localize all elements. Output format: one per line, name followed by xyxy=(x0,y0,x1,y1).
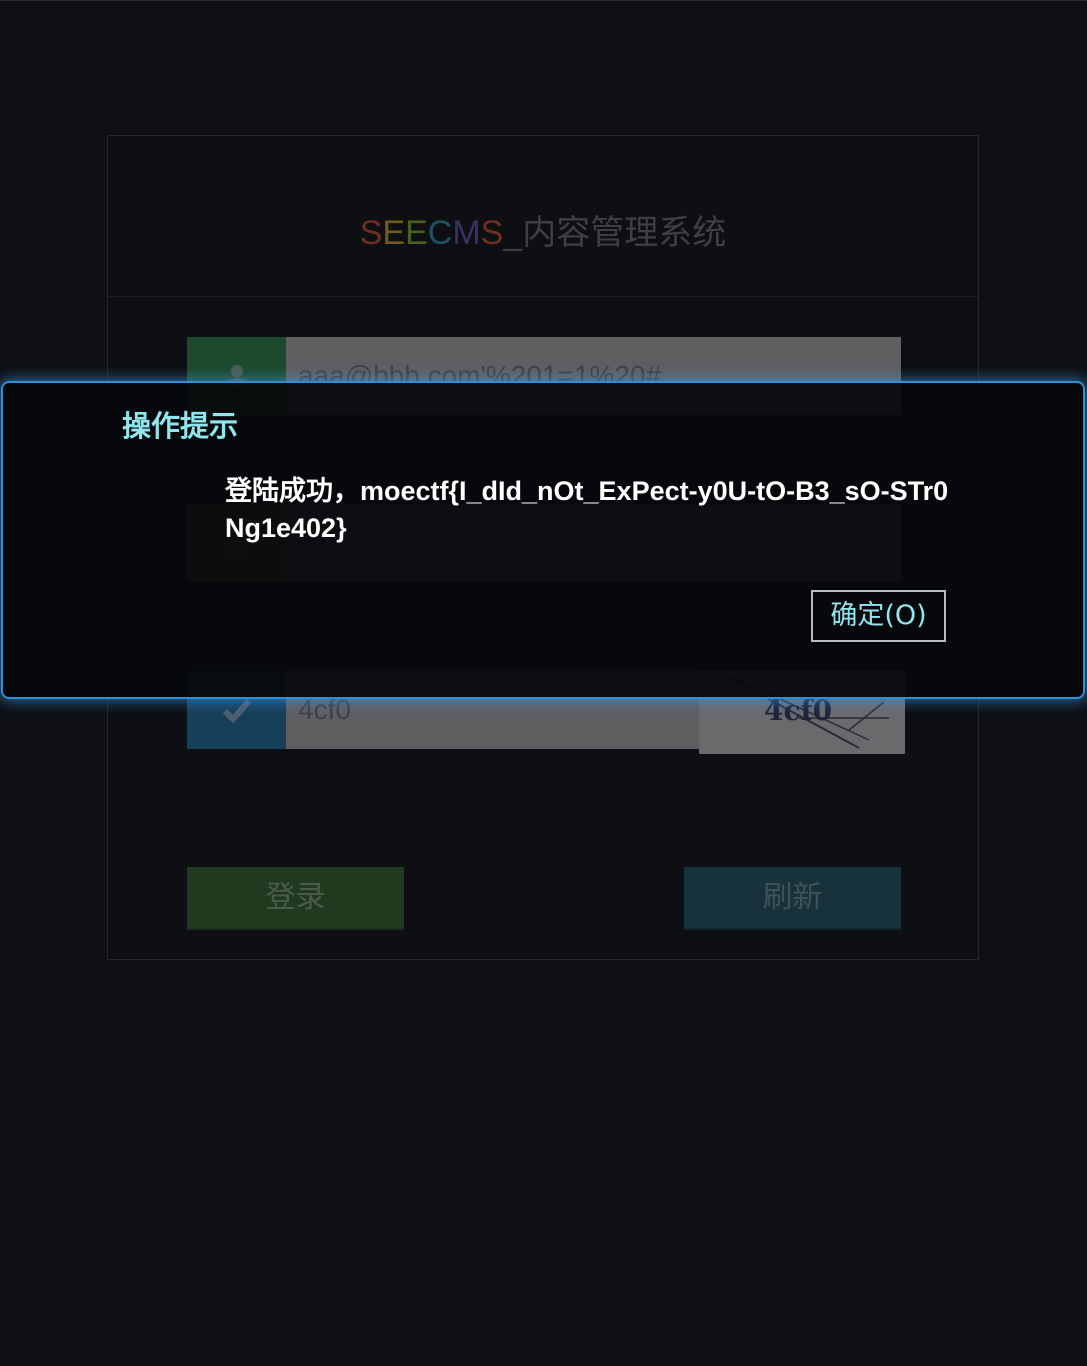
brand-title: SEECMS_内容管理系统 xyxy=(108,212,978,254)
brand-letter: E xyxy=(405,214,428,252)
brand-letter: S xyxy=(359,214,383,252)
login-header: SEECMS_内容管理系统 xyxy=(108,136,978,297)
ok-button[interactable]: 确定(O) xyxy=(811,590,946,642)
dialog-title: 操作提示 xyxy=(122,409,239,443)
refresh-button[interactable]: 刷新 xyxy=(684,867,901,930)
alert-dialog: 操作提示 登陆成功，moectf{I_dId_nOt_ExPect-y0U-tO… xyxy=(1,381,1085,699)
brand-letter: E xyxy=(382,214,406,252)
login-button[interactable]: 登录 xyxy=(187,867,404,930)
window-top-border xyxy=(0,0,1087,1)
brand-letter: S xyxy=(480,214,504,252)
dialog-message: 登陆成功，moectf{I_dId_nOt_ExPect-y0U-tO-B3_s… xyxy=(225,476,949,543)
brand-letter: M xyxy=(452,214,481,252)
brand-suffix: _内容管理系统 xyxy=(503,214,727,252)
brand-letter: C xyxy=(427,214,453,252)
